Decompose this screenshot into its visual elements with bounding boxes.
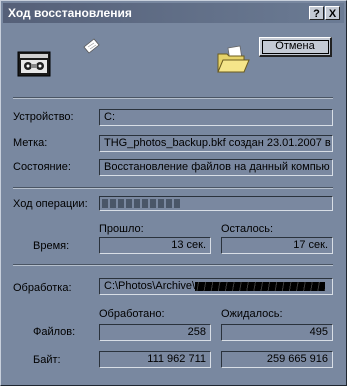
flying-paper-icon: [81, 37, 101, 58]
media-label: Метка:: [13, 137, 48, 149]
media-field: THG_photos_backup.bkf создан 23.01.2007 …: [99, 135, 333, 152]
processed-label: Обработано:: [99, 308, 165, 320]
separator: [13, 97, 333, 99]
device-label: Устройство:: [13, 111, 74, 123]
processing-path: C:\Photos\Archive\: [104, 280, 196, 292]
window-title: Ход восстановления: [8, 6, 132, 20]
open-folder-icon: [216, 45, 250, 78]
elapsed-label: Прошло:: [99, 223, 144, 235]
state-field: Восстановление файлов на данный компью: [99, 159, 333, 176]
bytes-expected-field: 259 665 916: [221, 351, 333, 368]
files-processed-field: 258: [99, 324, 211, 341]
redacted-mark: [195, 281, 326, 291]
time-elapsed-field: 13 сек.: [99, 237, 211, 254]
bytes-processed-field: 111 962 711: [99, 351, 211, 368]
bytes-label: Байт:: [33, 354, 61, 366]
files-label: Файлов:: [33, 326, 76, 338]
cancel-button[interactable]: Отмена: [259, 37, 332, 57]
time-label: Время:: [33, 240, 70, 252]
progress-label: Ход операции:: [13, 198, 88, 210]
device-field: C:: [99, 109, 333, 126]
remaining-label: Осталось:: [221, 223, 274, 235]
files-expected-field: 495: [221, 324, 333, 341]
time-remaining-field: 17 сек.: [221, 237, 333, 254]
title-bar[interactable]: Ход восстановления ? X: [3, 3, 344, 23]
separator: [13, 187, 333, 189]
progress-bar-fill: [102, 199, 182, 208]
state-label: Состояние:: [13, 161, 71, 173]
processing-label: Обработка:: [13, 282, 72, 294]
tape-drive-icon: [17, 51, 51, 80]
expected-label: Ожидалось:: [221, 308, 283, 320]
restore-progress-dialog: Ход восстановления ? X Отмена Устройство…: [0, 0, 347, 386]
close-button[interactable]: X: [325, 6, 340, 20]
processing-path-field: C:\Photos\Archive\: [99, 278, 333, 295]
progress-bar: [99, 196, 333, 211]
help-button[interactable]: ?: [309, 6, 324, 20]
separator: [13, 264, 333, 266]
